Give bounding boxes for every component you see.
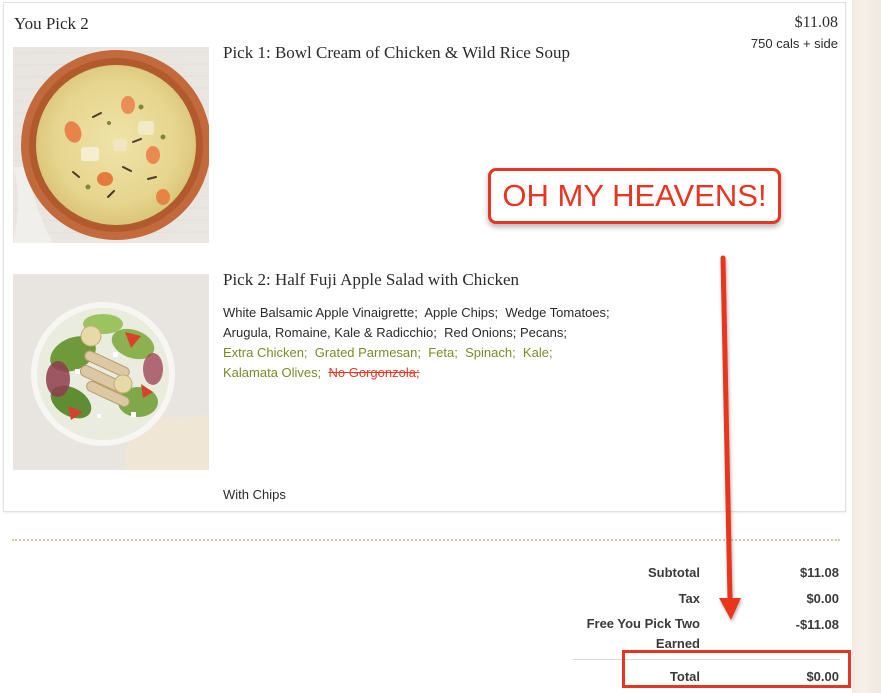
item-price: $11.08 [794,14,838,31]
order-item-card: You Pick 2 $11.08 750 cals + side Pick 1… [3,2,846,512]
subtotal-value: $11.08 [799,565,839,580]
side-selection: With Chips [223,487,286,502]
pick-2-title: Pick 2: Half Fuji Apple Salad with Chick… [223,270,520,289]
modifier: Apple Chips; [424,305,499,320]
added-modifier: Spinach; [465,345,516,360]
item-title: You Pick 2 [14,14,89,33]
tax-value: $0.00 [806,591,839,606]
annotation-text: OH MY HEAVENS! [502,178,767,213]
discount-value: -$11.08 [795,617,839,632]
added-modifier: Feta; [428,345,458,360]
discount-label: Free You Pick Two Earned [586,616,700,651]
removed-modifier: No Gorgonzola; [328,365,420,380]
modifier: Wedge Tomatoes; [505,305,610,320]
added-modifier: Extra Chicken; [223,345,308,360]
section-divider [12,539,840,541]
pick-1-title: Pick 1: Bowl Cream of Chicken & Wild Ric… [223,43,570,62]
tax-label: Tax [678,591,700,606]
added-modifier: Grated Parmesan; [314,345,421,360]
soup-bowl-photo [13,47,209,243]
salad-bowl-photo [13,274,209,470]
item-calories: 750 cals + side [750,36,838,51]
modifier: Arugula, Romaine, Kale & Radicchio; [223,325,437,340]
annotation-callout: OH MY HEAVENS! [488,168,781,224]
total-highlight-box [622,650,851,688]
page-background-strip [852,0,881,693]
modifier: White Balsamic Apple Vinaigrette; [223,305,418,320]
modifier: Red Onions; [444,325,517,340]
modifier: Pecans; [520,325,567,340]
subtotal-label: Subtotal [648,565,700,580]
pick-2-modifiers: White Balsamic Apple Vinaigrette; Apple … [223,303,633,383]
added-modifier: Kalamata Olives; [223,365,322,380]
added-modifier: Kale; [522,345,553,360]
